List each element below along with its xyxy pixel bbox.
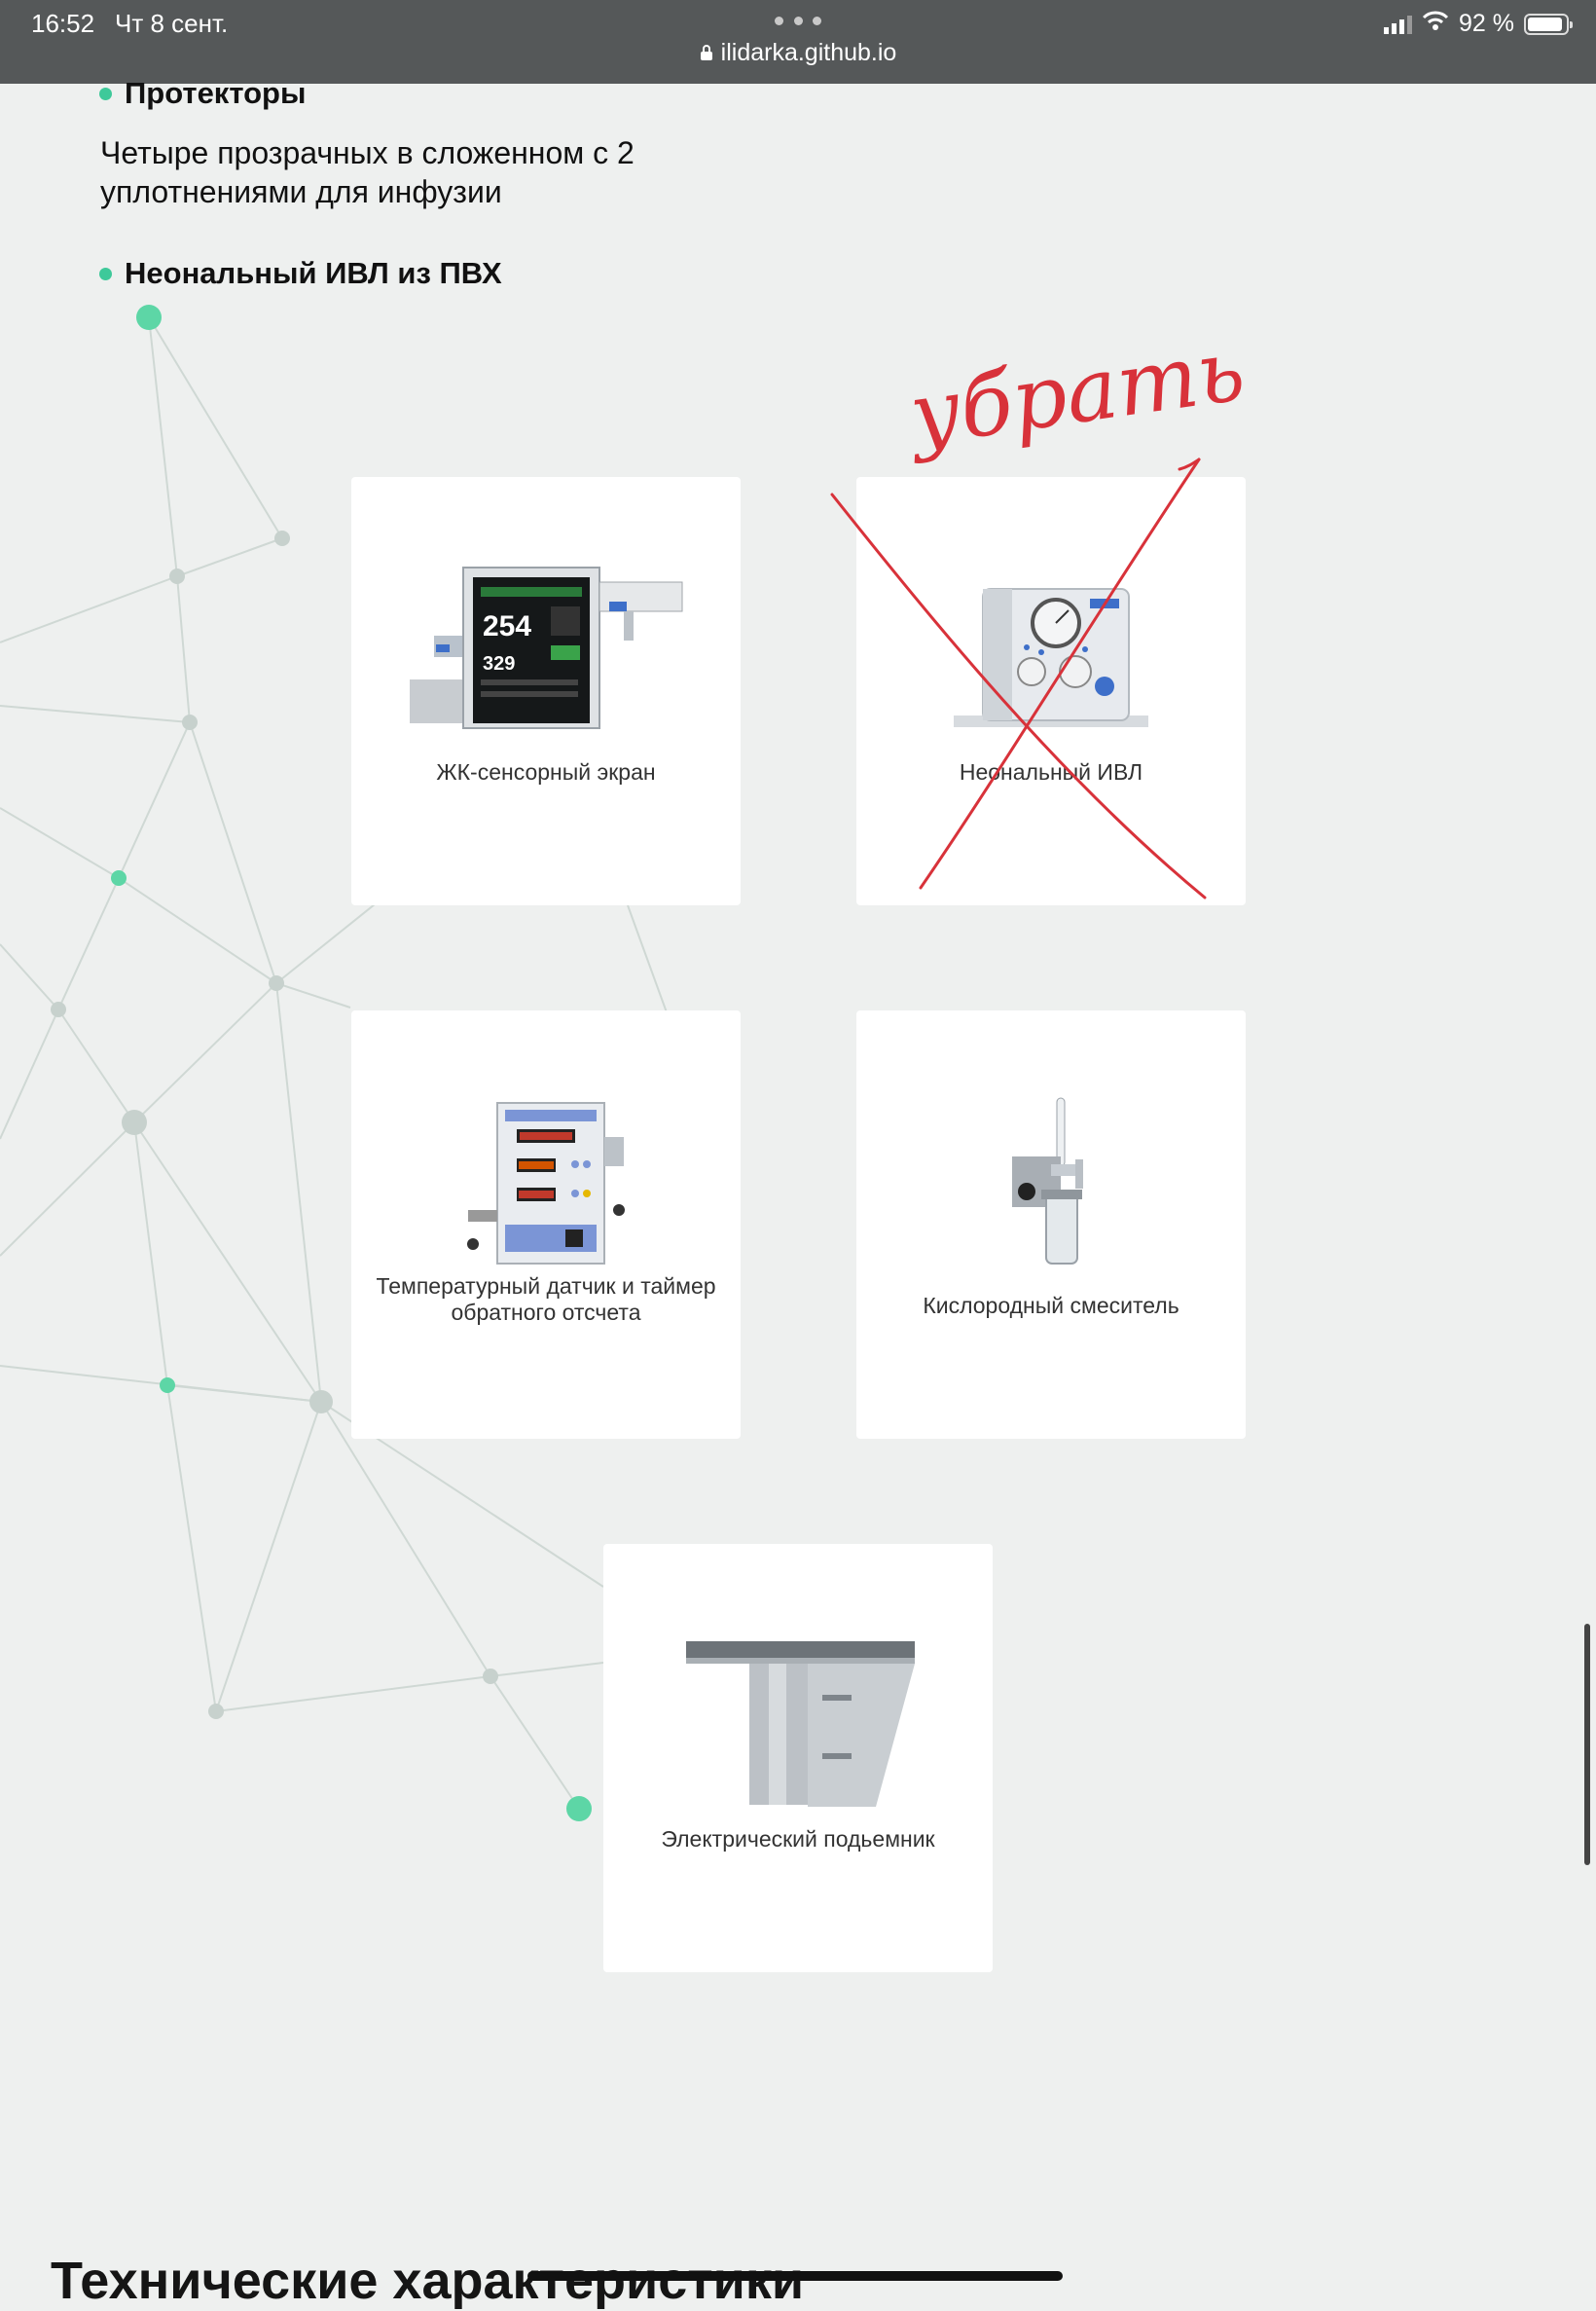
scrollbar[interactable]	[1584, 1624, 1590, 1865]
svg-text:329: 329	[483, 653, 515, 675]
electric-lift-image	[686, 1641, 915, 1807]
feature-title: Неональный ИВЛ из ПВХ	[125, 256, 502, 290]
feature-title: Протекторы	[125, 76, 307, 110]
status-date: Чт 8 сент.	[115, 9, 229, 38]
feature-card-temperature[interactable]: Температурный датчик и таймер обратного …	[351, 1010, 741, 1439]
feature-card-ventilator[interactable]: Неональный ИВЛ	[856, 477, 1246, 905]
feature-card-lcd[interactable]: 254 329 ЖК-сенсорный экран	[351, 477, 741, 905]
battery-icon	[1524, 13, 1573, 35]
feature-bullet-protectors: Протекторы	[99, 76, 306, 111]
address-bar[interactable]: ilidarka.github.io	[0, 39, 1596, 68]
lcd-monitor-image: 254 329	[410, 567, 683, 729]
url-text: ilidarka.github.io	[720, 39, 897, 66]
battery-percent: 92 %	[1459, 10, 1514, 37]
status-time: 16:52	[31, 9, 95, 38]
feature-bullet-ventilator: Неональный ИВЛ из ПВХ	[99, 256, 502, 291]
bullet-dot	[99, 267, 112, 280]
ventilator-image	[954, 588, 1148, 727]
lock-icon	[700, 40, 713, 68]
feature-description: Четыре прозрачных в сложенном с 2 уплотн…	[100, 135, 635, 209]
feature-card-oxygen-blender[interactable]: Кислородный смеситель	[856, 1010, 1246, 1439]
bullet-dot	[99, 87, 112, 100]
home-indicator[interactable]	[527, 2271, 1063, 2281]
card-caption: Электрический подьемник	[661, 1826, 935, 1852]
card-caption: Кислородный смеситель	[923, 1293, 1179, 1318]
more-dots-icon[interactable]	[775, 14, 821, 27]
feature-card-electric-lift[interactable]: Электрический подьемник	[603, 1544, 993, 1972]
wifi-icon	[1422, 10, 1449, 38]
svg-text:убрать: убрать	[900, 319, 1251, 466]
card-caption: Температурный датчик и таймер обратного …	[376, 1273, 716, 1325]
section-heading: Технические характеристики	[51, 2252, 805, 2310]
temperature-controller-image	[467, 1102, 625, 1265]
browser-status-bar: 16:52 Чт 8 сент. ilidarka.github.io 92 %	[0, 0, 1596, 84]
handwritten-note-text: убрать	[900, 319, 1251, 466]
svg-text:254: 254	[483, 610, 531, 642]
oxygen-blender-image	[1012, 1097, 1083, 1265]
card-caption: ЖК-сенсорный экран	[436, 759, 656, 785]
card-caption: Неональный ИВЛ	[959, 759, 1143, 785]
cellular-signal-icon	[1384, 15, 1413, 34]
